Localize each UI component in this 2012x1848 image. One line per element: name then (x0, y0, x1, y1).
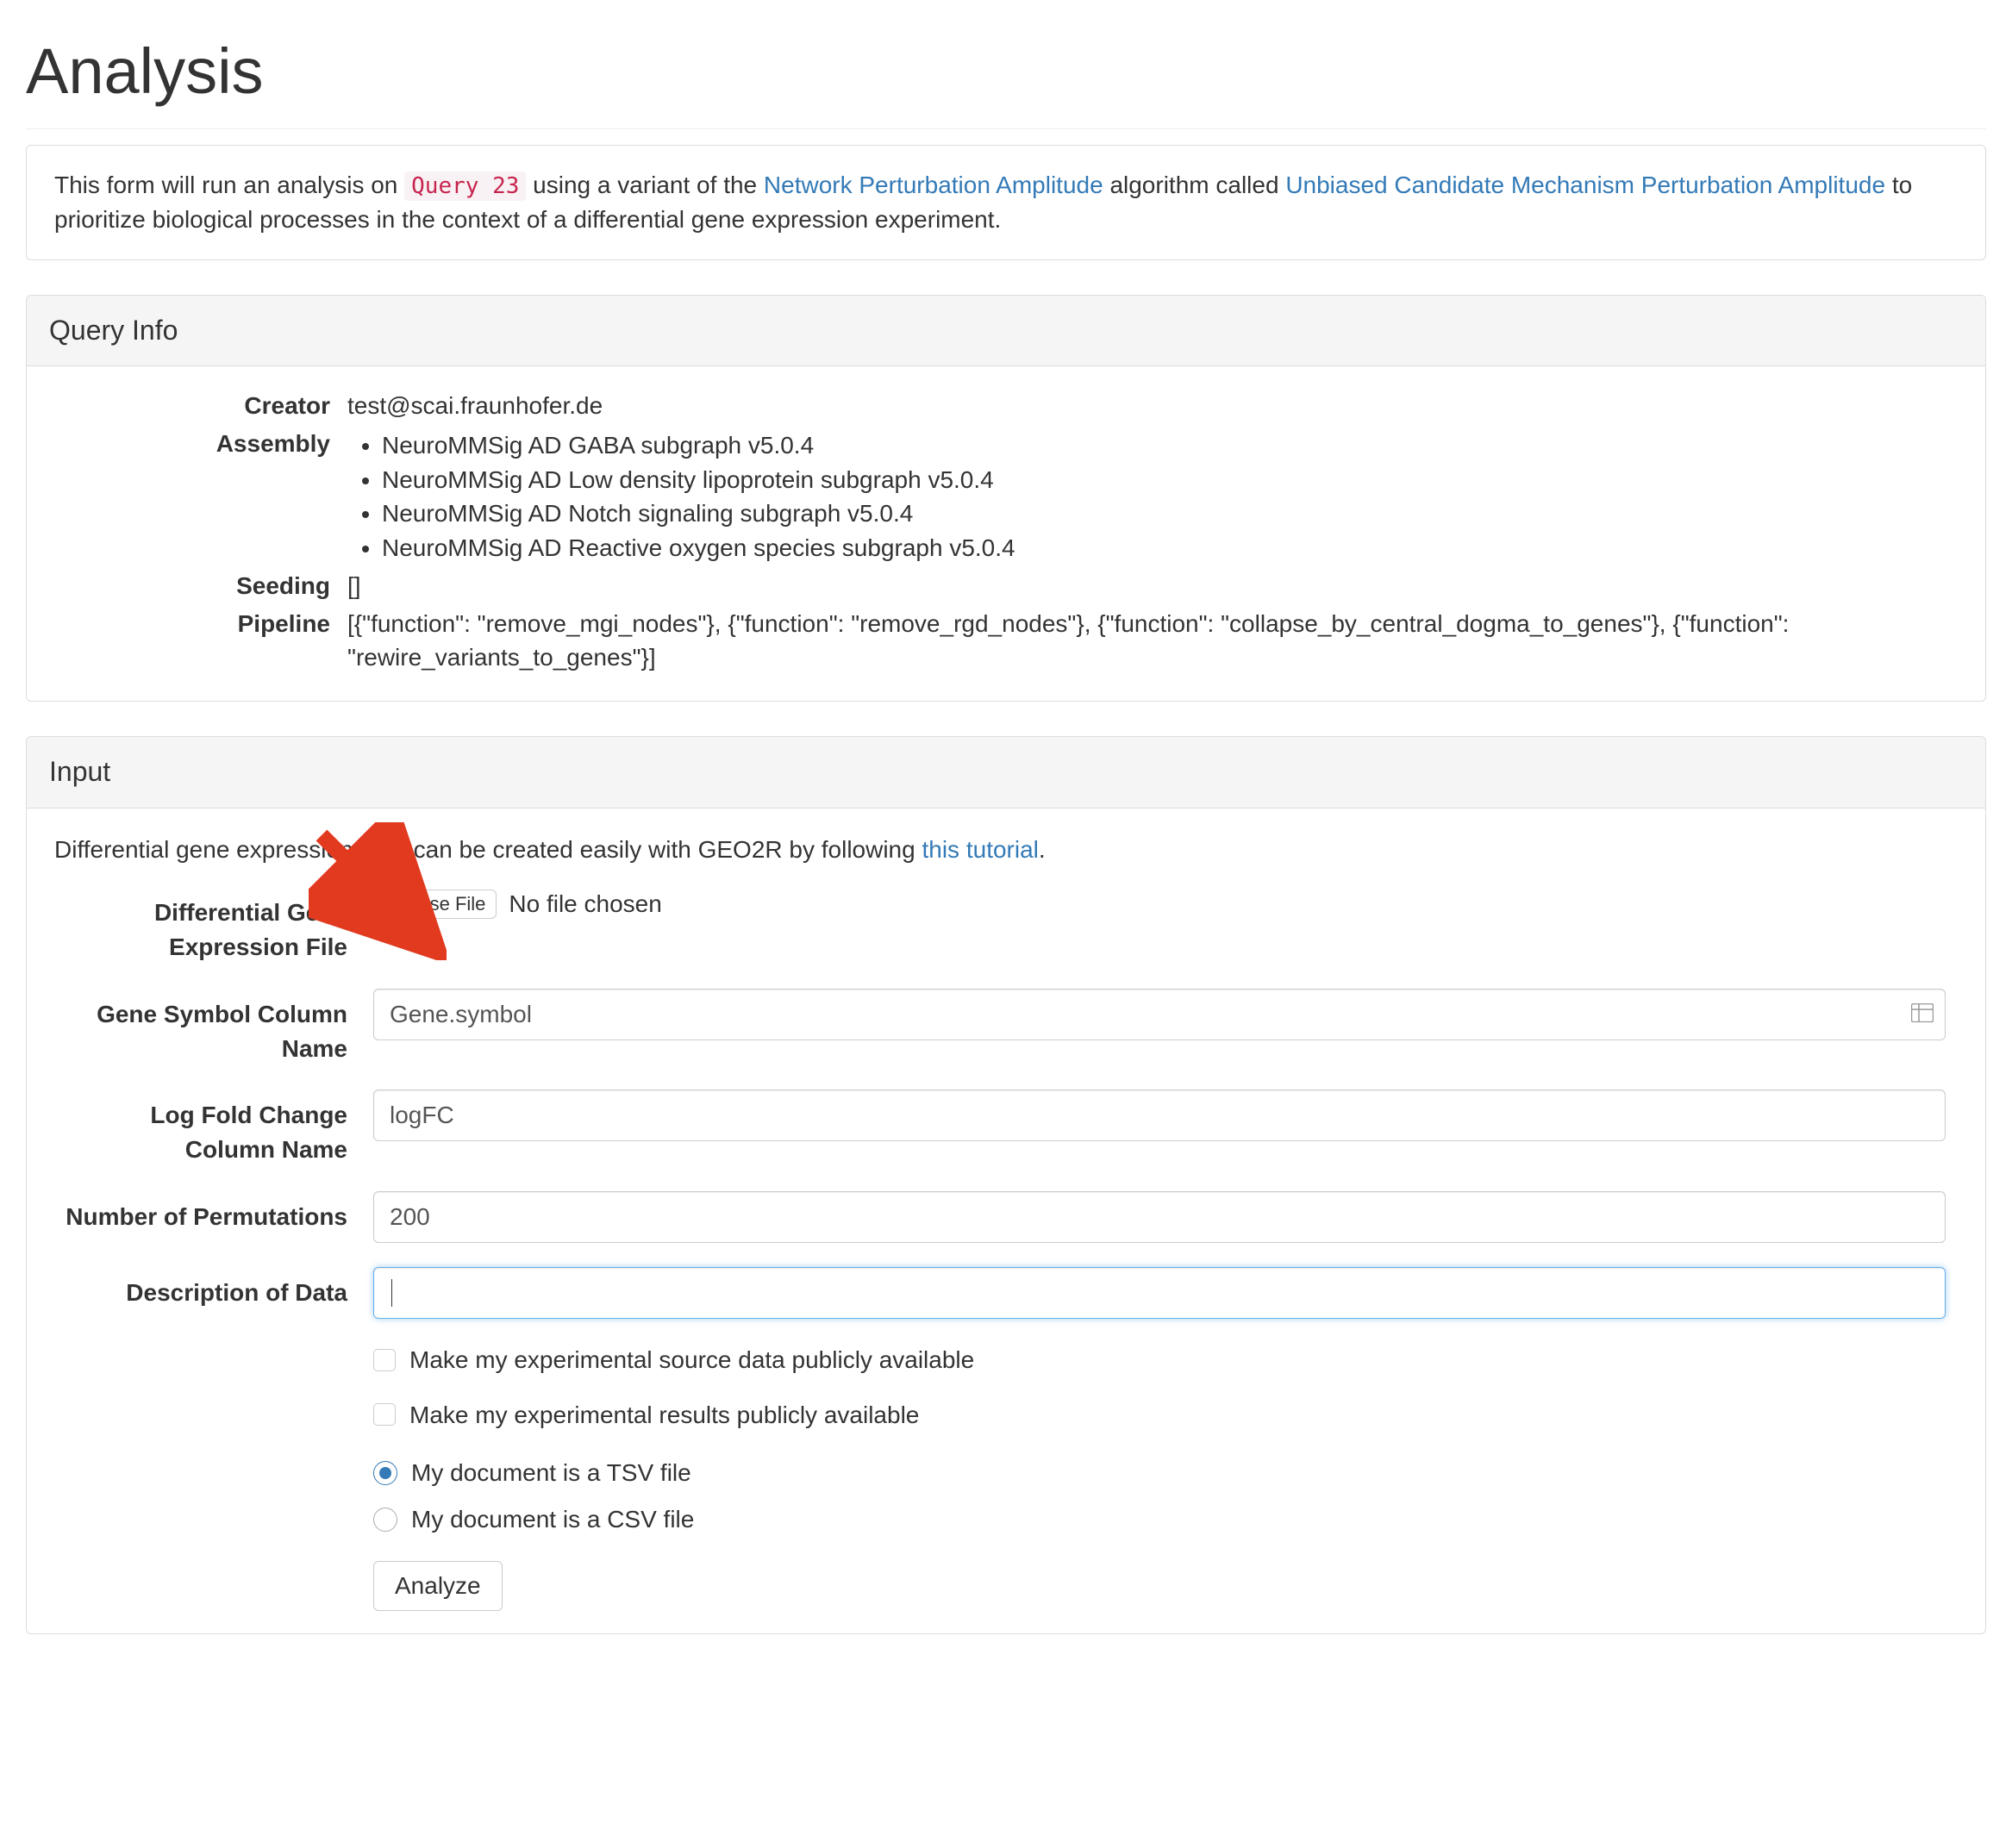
assembly-list: NeuroMMSig AD GABA subgraph v5.0.4 Neuro… (347, 428, 1958, 565)
intro-panel: This form will run an analysis on Query … (26, 145, 1986, 260)
pipeline-value: [{"function": "remove_mgi_nodes"}, {"fun… (347, 607, 1958, 676)
list-item: NeuroMMSig AD GABA subgraph v5.0.4 (382, 428, 1958, 463)
radio-icon (373, 1461, 397, 1485)
gene-symbol-input[interactable] (373, 989, 1946, 1040)
creator-label: Creator (54, 389, 347, 423)
radio-label: My document is a TSV file (411, 1456, 691, 1490)
query-code: Query 23 (404, 172, 526, 201)
tutorial-link[interactable]: this tutorial (922, 836, 1038, 863)
intro-text-prefix: This form will run an analysis on (54, 172, 404, 198)
input-heading: Input (27, 737, 1985, 808)
list-item: NeuroMMSig AD Reactive oxygen species su… (382, 531, 1958, 565)
logfc-label: Log Fold Change Column Name (54, 1089, 373, 1167)
logfc-input[interactable] (373, 1089, 1946, 1141)
input-panel: Input Differential gene expression data … (26, 736, 1986, 1634)
input-note-suffix: . (1039, 836, 1046, 863)
intro-text-mid1: using a variant of the (533, 172, 764, 198)
radio-label: My document is a CSV file (411, 1502, 694, 1537)
autofill-icon (1911, 997, 1934, 1032)
description-label: Description of Data (54, 1267, 373, 1310)
input-note-prefix: Differential gene expression data can be… (54, 836, 922, 863)
description-input[interactable] (373, 1267, 1946, 1319)
radio-icon (373, 1508, 397, 1532)
analyze-button[interactable]: Analyze (373, 1561, 503, 1611)
text-caret-icon (391, 1279, 392, 1307)
choose-file-button[interactable]: Choose File (373, 890, 497, 919)
seeding-value: [] (347, 569, 1958, 603)
checkbox-label: Make my experimental results publicly av… (409, 1398, 919, 1433)
checkbox-results-public[interactable]: Make my experimental results publicly av… (373, 1398, 1946, 1433)
query-info-panel: Query Info Creator test@scai.fraunhofer.… (26, 295, 1986, 702)
checkbox-source-public[interactable]: Make my experimental source data publicl… (373, 1343, 1946, 1377)
checkbox-label: Make my experimental source data publicl… (409, 1343, 974, 1377)
radio-tsv[interactable]: My document is a TSV file (373, 1456, 1946, 1490)
permutations-label: Number of Permutations (54, 1191, 373, 1234)
checkbox-icon (373, 1403, 396, 1426)
query-info-heading: Query Info (27, 296, 1985, 366)
list-item: NeuroMMSig AD Notch signaling subgraph v… (382, 496, 1958, 531)
radio-csv[interactable]: My document is a CSV file (373, 1502, 1946, 1537)
assembly-label: Assembly (54, 427, 347, 461)
permutations-input[interactable] (373, 1191, 1946, 1243)
intro-text-mid2: algorithm called (1109, 172, 1285, 198)
page-title: Analysis (26, 26, 1986, 129)
no-file-text: No file chosen (509, 887, 661, 921)
creator-value: test@scai.fraunhofer.de (347, 389, 1958, 423)
seeding-label: Seeding (54, 569, 347, 603)
list-item: NeuroMMSig AD Low density lipoprotein su… (382, 463, 1958, 497)
npa-link[interactable]: Network Perturbation Amplitude (764, 172, 1103, 198)
checkbox-icon (373, 1349, 396, 1371)
pipeline-label: Pipeline (54, 607, 347, 641)
file-label: Differential Gene Expression File (54, 887, 373, 965)
ucmpa-link[interactable]: Unbiased Candidate Mechanism Perturbatio… (1285, 172, 1885, 198)
gene-symbol-label: Gene Symbol Column Name (54, 989, 373, 1066)
